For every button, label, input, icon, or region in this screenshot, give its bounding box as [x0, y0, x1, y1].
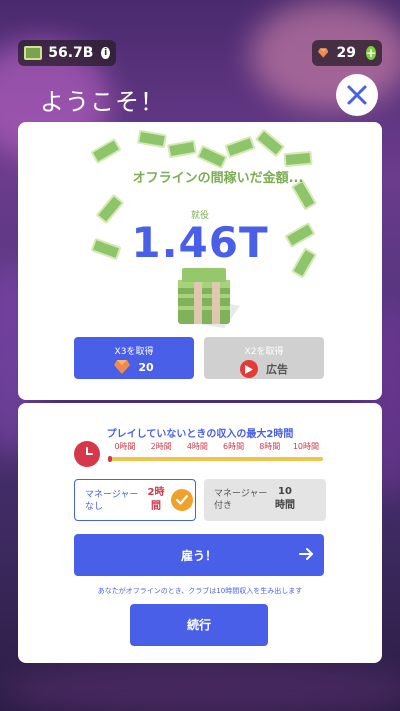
offline-timeline: 0時間 2時間 4時間 6時間 8時間 10時間 — [108, 441, 323, 465]
add-gems-icon[interactable]: + — [365, 46, 376, 60]
info-icon[interactable]: i — [101, 47, 110, 59]
offline-earnings-amount: 1.46T — [131, 218, 269, 267]
money-bill-icon — [224, 135, 256, 159]
cash-display[interactable]: 56.7B i — [18, 40, 116, 66]
timeline-track — [108, 456, 323, 462]
watch-ad-label: 広告 — [266, 363, 288, 376]
with-manager-label: マネージャー 付き — [214, 489, 268, 511]
max-offline-title: プレイしていないときの収入の最大2時間 — [106, 429, 294, 440]
top-bar: 56.7B i 29 + — [18, 40, 382, 66]
get-x3-button[interactable]: X3を取得 20 — [74, 337, 194, 379]
timeline-progress — [108, 456, 113, 462]
no-manager-hours: 2時 間 — [147, 487, 165, 512]
close-icon — [347, 85, 367, 105]
cash-amount: 56.7B — [48, 45, 94, 61]
get-x3-label: X3を取得 — [114, 347, 154, 357]
tick-label: 8時間 — [259, 442, 281, 451]
offline-earnings-card: オフラインの間稼いだ金額... 就役 1.46T X3を取得 20 X2を取得 … — [18, 122, 382, 400]
gem-amount: 29 — [336, 45, 356, 61]
continue-button[interactable]: 続行 — [130, 604, 268, 646]
timeline-ticks: 0時間 2時間 4時間 6時間 8時間 10時間 — [108, 441, 323, 452]
money-bill-icon — [166, 139, 198, 159]
gem-display[interactable]: 29 + — [312, 40, 382, 66]
with-manager-option[interactable]: マネージャー 付き 10 時間 — [204, 479, 326, 521]
hire-button[interactable]: 雇う！ — [74, 534, 324, 576]
hire-label: 雇う！ — [180, 549, 217, 563]
tick-label: 0時間 — [114, 442, 136, 451]
check-icon — [171, 489, 193, 511]
clock-icon — [74, 441, 100, 467]
offline-title: オフラインの間稼いだ金額... — [132, 171, 304, 186]
money-bill-icon — [196, 144, 228, 170]
tick-label: 10時間 — [292, 442, 320, 451]
money-bill-icon — [136, 129, 168, 149]
with-manager-hours: 10 時間 — [275, 486, 295, 511]
no-manager-label: マネージャー なし — [85, 490, 139, 512]
get-x2-ad-button[interactable]: X2を取得 広告 — [204, 337, 324, 379]
money-bill-icon — [90, 137, 122, 165]
offline-footnote: あなたがオフラインのとき、クラブは10時間収入を生み出します — [97, 587, 303, 595]
gem-icon — [114, 360, 131, 374]
no-manager-option[interactable]: マネージャー なし 2時 間 — [74, 479, 196, 521]
play-video-icon — [240, 360, 258, 378]
arrow-right-icon — [299, 548, 313, 560]
tick-label: 6時間 — [223, 442, 245, 451]
money-bill-icon — [254, 128, 286, 158]
money-stack-icon — [178, 268, 240, 328]
tick-label: 2時間 — [150, 442, 172, 451]
get-x2-label: X2を取得 — [244, 347, 284, 357]
gem-icon — [318, 48, 329, 58]
tick-label: 4時間 — [186, 442, 208, 451]
close-button[interactable] — [336, 74, 378, 116]
welcome-title: ようこそ！ — [40, 88, 165, 116]
money-bill-icon — [283, 150, 313, 168]
cash-icon — [24, 46, 43, 60]
manager-card: プレイしていないときの収入の最大2時間 0時間 2時間 4時間 6時間 8時間 … — [18, 403, 382, 663]
get-x3-cost: 20 — [138, 360, 154, 374]
